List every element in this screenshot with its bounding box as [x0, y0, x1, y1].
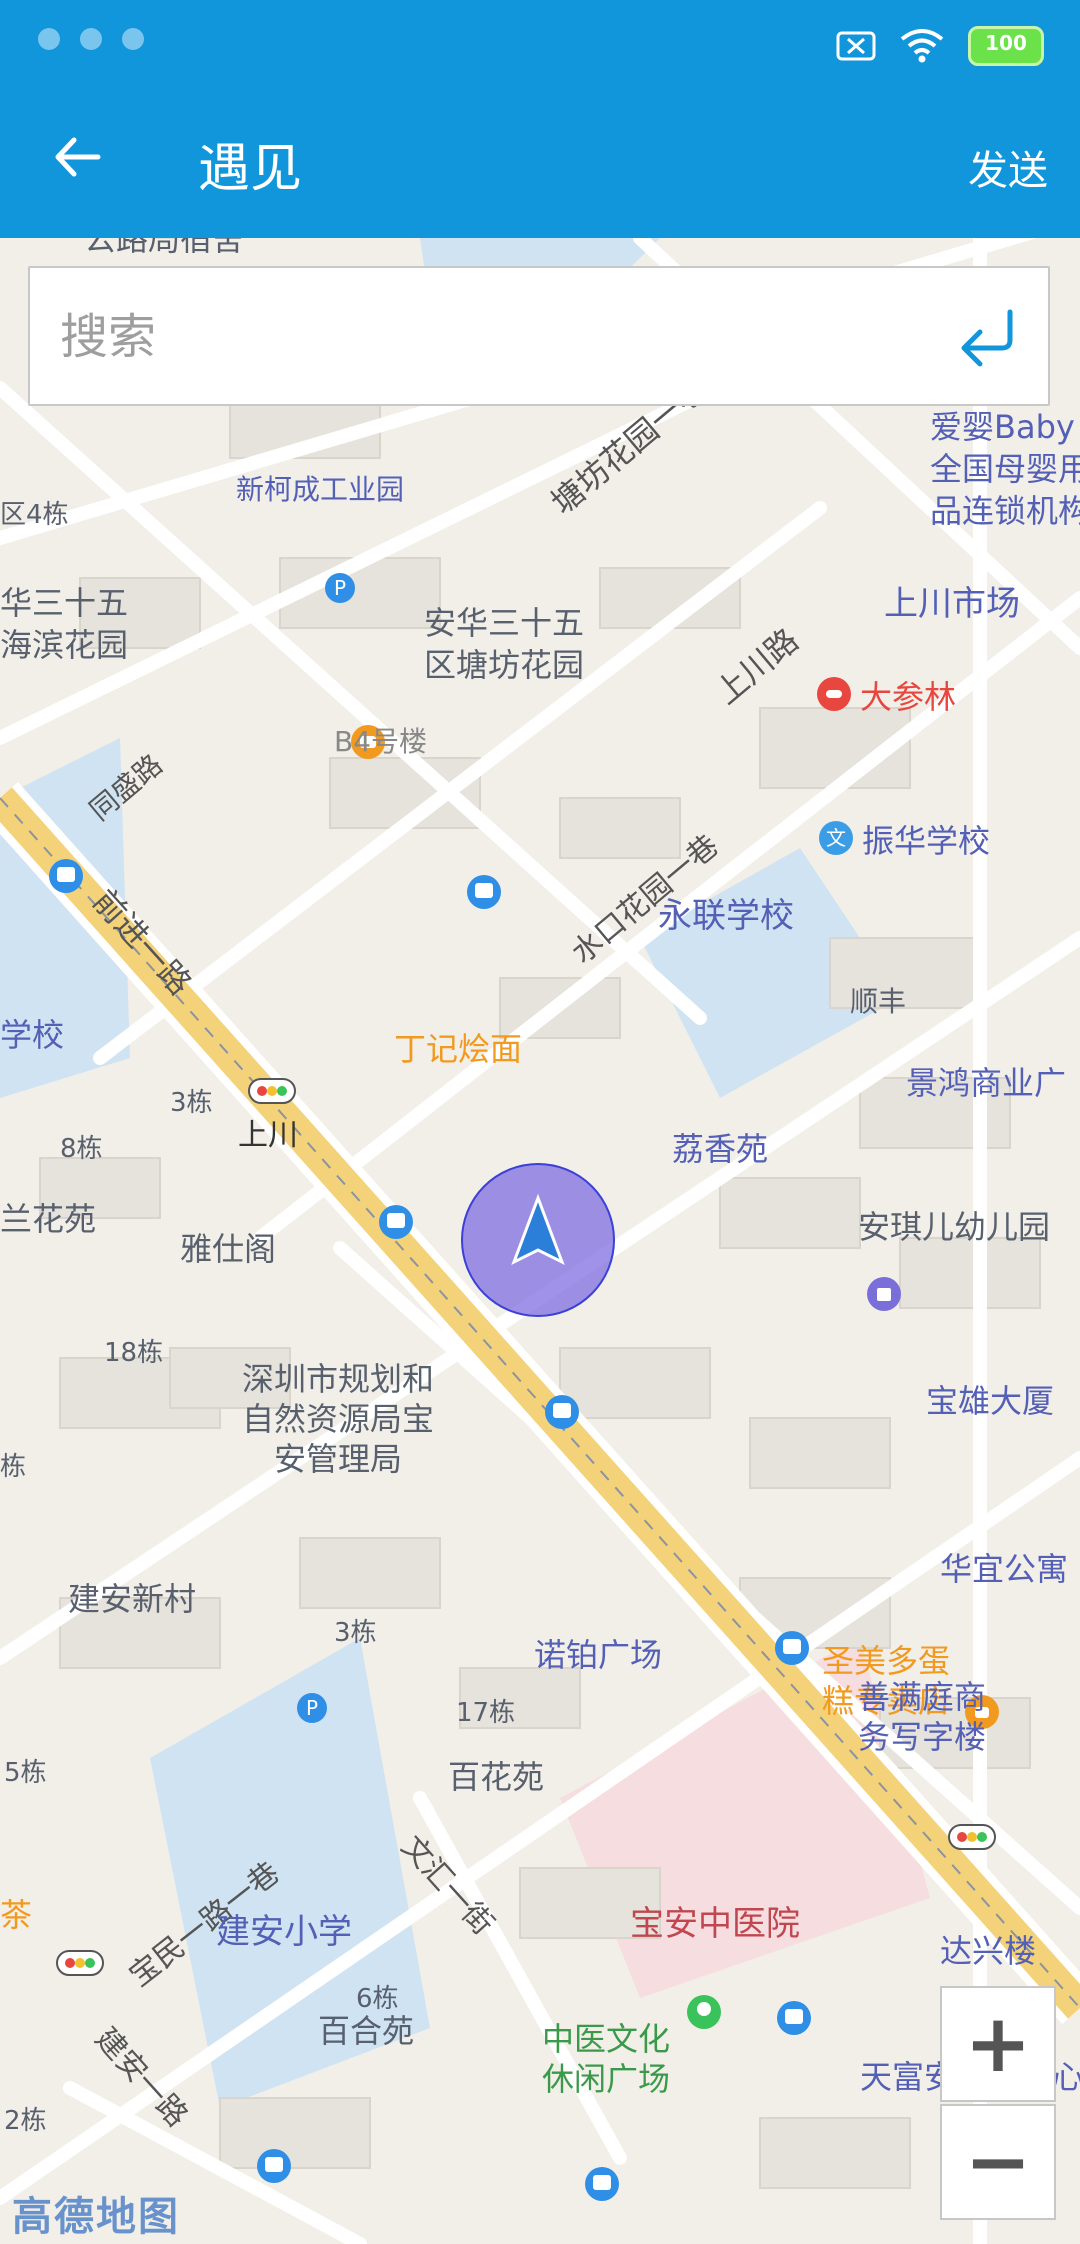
- map-label: 百花苑: [448, 1758, 545, 1796]
- status-dot-icon: [38, 28, 60, 50]
- map-label: 安华三十五: [424, 604, 585, 642]
- status-bar: 100: [0, 0, 1080, 90]
- map-label: 宝安中医院: [630, 1904, 800, 1944]
- map-label: 华三十五: [0, 584, 129, 622]
- map-label: 达兴楼: [940, 1932, 1037, 1970]
- map-label: 安琪儿幼儿园: [858, 1208, 1051, 1246]
- sim-icon: [836, 31, 876, 61]
- map-label: 8栋: [60, 1134, 103, 1164]
- app-bar: 100 遇见 发送: [0, 0, 1080, 238]
- map-label: 上川市场: [884, 584, 1020, 624]
- battery-icon: 100: [968, 26, 1044, 66]
- map-label: 景鸿商业广: [906, 1064, 1067, 1102]
- svg-text:文: 文: [826, 826, 846, 850]
- map-label: 华宜公寓: [940, 1550, 1069, 1588]
- map-label: 永联学校: [658, 896, 794, 936]
- school-icon[interactable]: 文: [818, 820, 854, 856]
- map-label: 宝雄大厦: [926, 1382, 1055, 1420]
- status-right-icons: 100: [836, 26, 1044, 66]
- bus-stop-icon[interactable]: [378, 1204, 414, 1240]
- map-label: 建安新村: [68, 1580, 197, 1618]
- page-title: 遇见: [198, 139, 303, 199]
- traffic-light-icon[interactable]: [948, 1824, 996, 1850]
- traffic-light-icon[interactable]: [248, 1078, 296, 1104]
- map-label: 上川: [238, 1118, 298, 1153]
- map-label: 兰花苑: [0, 1200, 97, 1238]
- map-view[interactable]: P P 文 公路局宿舍 新柯成工业园 塘坊花园一巷 爱婴Baby 全国母婴用 品…: [0, 238, 1080, 2244]
- map-label: 安管理局: [274, 1440, 403, 1478]
- map-label: 百合苑: [318, 2012, 415, 2050]
- bus-stop-icon[interactable]: [48, 858, 84, 894]
- park-icon[interactable]: [686, 1994, 722, 2030]
- map-label: 雅仕阁: [180, 1230, 277, 1268]
- bus-stop-icon[interactable]: [544, 1394, 580, 1430]
- map-label: 新柯成工业园: [236, 473, 405, 506]
- bus-stop-icon[interactable]: [776, 2000, 812, 2036]
- map-label: 振华学校: [862, 822, 991, 860]
- map-label: 17栋: [456, 1698, 516, 1728]
- bus-stop-icon[interactable]: [466, 874, 502, 910]
- medicine-store-icon[interactable]: [816, 676, 852, 712]
- map-label: 全国母婴用: [930, 450, 1080, 488]
- status-dot-icon: [122, 28, 144, 50]
- wifi-icon: [900, 29, 944, 63]
- send-button[interactable]: 发送: [968, 138, 1048, 196]
- bus-stop-icon[interactable]: [774, 1630, 810, 1666]
- map-label: 区4栋: [0, 500, 69, 530]
- parking-icon[interactable]: P: [324, 572, 356, 604]
- zoom-in-icon: +: [964, 1997, 1032, 2090]
- svg-text:P: P: [306, 1696, 318, 1720]
- search-input[interactable]: [58, 304, 942, 370]
- status-left-icons: [38, 28, 144, 50]
- map-label: 茶: [0, 1896, 33, 1934]
- zoom-out-icon: −: [964, 2115, 1032, 2208]
- map-label: 3栋: [170, 1088, 213, 1118]
- map-label: 建安小学: [216, 1912, 352, 1952]
- map-label: 3栋: [334, 1618, 377, 1648]
- parking-icon[interactable]: P: [296, 1692, 328, 1724]
- map-label: 顺丰: [850, 985, 907, 1018]
- svg-text:P: P: [334, 576, 346, 600]
- map-label: 学校: [0, 1016, 65, 1054]
- status-dot-icon: [80, 28, 102, 50]
- map-label: 丁记烩面: [394, 1030, 523, 1068]
- shopping-icon[interactable]: [866, 1276, 902, 1312]
- map-label: 休闲广场: [542, 2060, 671, 2098]
- map-label: 爱婴Baby: [930, 408, 1075, 446]
- location-arrow-icon: [461, 1163, 615, 1317]
- map-label: 区塘坊花园: [424, 646, 585, 684]
- zoom-in-button[interactable]: +: [940, 1986, 1056, 2102]
- bus-stop-icon[interactable]: [256, 2148, 292, 2184]
- map-label: 18栋: [104, 1338, 164, 1368]
- zoom-out-button[interactable]: −: [940, 2104, 1056, 2220]
- map-label: 务写字楼: [858, 1718, 987, 1756]
- map-label: 品连锁机构: [930, 492, 1080, 530]
- map-label: 荔香苑: [672, 1130, 769, 1168]
- enter-return-icon[interactable]: [958, 306, 1018, 370]
- search-bar: [28, 266, 1050, 406]
- map-logo: 高德地图: [12, 2194, 180, 2240]
- map-label: 5栋: [4, 1758, 47, 1788]
- map-label: 栋: [0, 1452, 27, 1482]
- map-label: B4号楼: [334, 725, 428, 758]
- map-label: 2栋: [4, 2106, 47, 2136]
- bus-stop-icon[interactable]: [584, 2166, 620, 2202]
- back-arrow-icon[interactable]: [52, 132, 102, 182]
- map-label: 大参林: [860, 678, 957, 716]
- traffic-light-icon[interactable]: [56, 1950, 104, 1976]
- map-label: 诺铂广场: [534, 1636, 663, 1674]
- map-label: 海滨花园: [0, 626, 129, 664]
- map-label: 公路局宿舍: [84, 238, 245, 258]
